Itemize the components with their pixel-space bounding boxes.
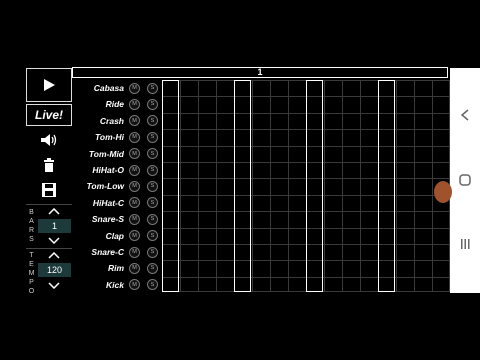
solo-button[interactable]: S (147, 197, 158, 209)
chevron-down-icon (48, 281, 60, 289)
instrument-label: Snare-S (91, 214, 124, 225)
mute-button[interactable]: M (129, 197, 140, 209)
solo-button[interactable]: S (147, 98, 158, 110)
live-button[interactable]: Live! (26, 104, 72, 126)
instrument-label: Kick (106, 279, 124, 290)
mute-button[interactable]: M (129, 180, 140, 192)
chevron-up-icon (48, 207, 60, 215)
live-label: Live! (34, 108, 63, 122)
instrument-label: Clap (105, 230, 124, 241)
bars-increase-button[interactable] (44, 206, 64, 216)
mute-button[interactable]: M (129, 82, 140, 94)
save-button[interactable] (26, 179, 72, 201)
solo-button[interactable]: S (147, 131, 158, 143)
mute-button[interactable]: M (129, 230, 140, 242)
instrument-label: Tom-Hi (95, 132, 124, 143)
instrument-label: Tom-Mid (88, 148, 124, 159)
beat-marker (234, 80, 251, 292)
tempo-label: TEMPO (28, 252, 35, 295)
chevron-up-icon (48, 251, 60, 259)
mute-button[interactable]: M (129, 262, 140, 274)
step-grid[interactable] (162, 80, 450, 292)
solo-button[interactable]: S (147, 82, 158, 94)
mute-button[interactable]: M (129, 213, 140, 225)
instrument-label: Cabasa (93, 83, 124, 93)
bars-value[interactable]: 1 (38, 219, 71, 233)
solo-button[interactable]: S (147, 180, 158, 192)
mute-button[interactable]: M (129, 131, 140, 143)
speaker-icon (41, 134, 57, 146)
instrument-label: Snare-C (91, 247, 124, 257)
tempo-value[interactable]: 120 (38, 263, 71, 277)
back-chevron-icon[interactable] (450, 108, 480, 126)
bar-number: 1 (257, 67, 263, 77)
mute-button[interactable]: M (129, 148, 140, 160)
instrument-label: Ride (105, 99, 124, 110)
trash-icon (44, 158, 54, 172)
home-icon[interactable] (450, 173, 480, 191)
solo-button[interactable]: S (147, 246, 158, 258)
volume-button[interactable] (26, 128, 72, 152)
play-icon (44, 79, 55, 91)
solo-button[interactable]: S (147, 164, 158, 176)
tempo-increase-button[interactable] (44, 250, 64, 260)
bar-header[interactable]: 1 (72, 67, 448, 78)
mute-button[interactable]: M (129, 115, 140, 127)
floating-touch-handle[interactable] (434, 181, 452, 203)
instrument-label: Crash (99, 115, 124, 126)
mute-button[interactable]: M (129, 164, 140, 176)
mute-button[interactable]: M (129, 279, 140, 291)
instrument-label: HiHat-O (92, 165, 124, 175)
solo-button[interactable]: S (147, 230, 158, 242)
chevron-down-icon (48, 236, 60, 244)
play-button[interactable] (26, 68, 72, 102)
instrument-label: Rim (107, 263, 124, 274)
beat-marker (306, 80, 323, 292)
beat-marker (162, 80, 179, 292)
delete-button[interactable] (26, 154, 72, 176)
solo-button[interactable]: S (147, 115, 158, 127)
tempo-decrease-button[interactable] (44, 280, 64, 290)
bars-decrease-button[interactable] (44, 235, 64, 245)
bars-label: BARS (28, 209, 35, 243)
beat-marker (378, 80, 395, 292)
solo-button[interactable]: S (147, 279, 158, 291)
solo-button[interactable]: S (147, 262, 158, 274)
recents-icon[interactable] (450, 237, 480, 255)
instrument-label: Tom-Low (86, 181, 124, 192)
mute-button[interactable]: M (129, 98, 140, 110)
mute-button[interactable]: M (129, 246, 140, 258)
solo-button[interactable]: S (147, 213, 158, 225)
instrument-label: HiHat-C (92, 197, 124, 208)
android-nav-bar (450, 68, 480, 293)
floppy-disk-icon (42, 183, 56, 197)
solo-button[interactable]: S (147, 148, 158, 160)
